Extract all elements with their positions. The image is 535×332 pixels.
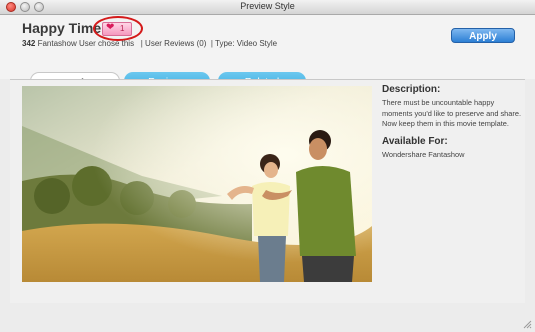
description-text: There must be uncountable happy moments … [382,98,522,128]
style-type: | Type: Video Style [210,39,278,48]
title-bar: Preview Style [0,0,535,15]
users-text: Fantashow User chose this [35,39,135,48]
style-header: Happy Time ❤ 1 342 Fantashow User chose … [0,15,535,95]
highlight-annotation [93,16,143,41]
window-title: Preview Style [240,1,295,11]
style-preview-image [22,86,372,282]
apply-button[interactable]: Apply [451,28,515,43]
available-text: Wondershare Fantashow [382,149,465,159]
style-details: Description: There must be uncountable h… [382,84,522,166]
style-name: Happy Time [22,20,102,36]
available-heading: Available For: [382,135,448,147]
user-reviews-link[interactable]: | User Reviews (0) [141,39,207,48]
style-meta: 342 Fantashow User chose this | User Rev… [22,39,277,48]
resize-grip-icon[interactable] [522,319,532,329]
description-heading: Description: [382,84,441,95]
preview-style-window: Preview Style Happy Time ❤ 1 342 Fantash… [0,0,535,332]
users-count: 342 [22,39,36,48]
